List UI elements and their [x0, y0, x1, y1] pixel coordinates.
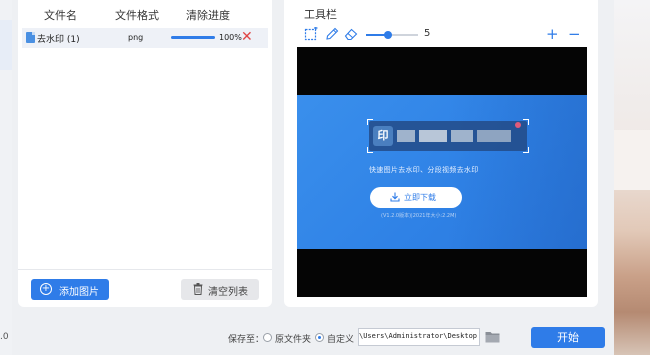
table-row[interactable]: 去水印 (1) png 100% ✕ [22, 28, 268, 48]
blurred-text [397, 130, 415, 142]
blurred-text [419, 130, 447, 142]
tool-row: 5 + − [304, 25, 594, 43]
toolbar-panel: 工具栏 5 + − 印 快速图片去水印、分段视频去水印 立即下载 (V1.2.0… [284, 0, 598, 307]
file-list-header: 文件名 文件格式 清除进度 [18, 0, 272, 26]
preview-version-note: (V1.2.0版本)|2021年大小:2.2M) [381, 213, 457, 219]
selection-rectangle-icon[interactable] [304, 27, 318, 41]
clear-list-button[interactable]: 清空列表 [181, 279, 259, 300]
column-header-format: 文件格式 [115, 9, 159, 22]
output-path-value: C:\Users\Administrator\Desktop [358, 332, 477, 340]
window-left-edge [0, 0, 12, 355]
image-file-icon [26, 32, 35, 43]
add-image-label: 添加图片 [59, 287, 99, 298]
window-edge-highlight [0, 20, 12, 70]
watermark-selection[interactable]: 印 [367, 119, 529, 153]
selection-corner [367, 119, 373, 125]
column-header-filename: 文件名 [44, 9, 77, 22]
zoom-in-icon[interactable]: + [546, 25, 559, 43]
selection-corner [367, 147, 373, 153]
desktop-wallpaper [614, 0, 650, 355]
image-preview[interactable]: 印 快速图片去水印、分段视频去水印 立即下载 (V1.2.0版本)|2021年大… [297, 47, 587, 297]
source-folder-label: 原文件夹 [275, 335, 312, 345]
wallpaper-light-area [614, 130, 650, 190]
selection-corner [523, 147, 529, 153]
zoom-out-icon[interactable]: − [568, 25, 581, 43]
column-header-progress: 清除进度 [186, 9, 230, 22]
blurred-text [451, 130, 473, 142]
watermark-dot [515, 122, 521, 128]
blurred-text [477, 130, 511, 142]
preview-tagline: 快速图片去水印、分段视频去水印 [369, 166, 479, 174]
progress-bar [171, 36, 215, 39]
download-icon [390, 192, 400, 202]
preview-image-content: 印 快速图片去水印、分段视频去水印 立即下载 (V1.2.0版本)|2021年大… [297, 95, 587, 249]
file-format: png [128, 33, 144, 42]
folder-icon[interactable] [485, 330, 500, 343]
toolbar-title: 工具栏 [304, 8, 337, 21]
custom-label: 自定义 [327, 335, 355, 345]
preview-download-button: 立即下载 [370, 187, 462, 208]
progress-percent: 100% [219, 33, 242, 42]
radio-custom[interactable] [315, 333, 324, 342]
divider [18, 269, 272, 270]
watermark-logo: 印 [373, 126, 393, 146]
version-text: .0 [0, 332, 9, 342]
pen-icon[interactable] [325, 27, 339, 41]
file-list-panel: 文件名 文件格式 清除进度 去水印 (1) png 100% ✕ + 添加图片 … [18, 0, 272, 307]
slider-thumb[interactable] [383, 31, 392, 39]
plus-circle-icon: + [40, 283, 52, 295]
radio-source-folder[interactable] [263, 333, 272, 342]
brush-size-value: 5 [424, 28, 431, 39]
trash-icon [193, 283, 203, 295]
output-path-field[interactable]: C:\Users\Administrator\Desktop [358, 328, 480, 346]
save-to-label: 保存至： [228, 335, 265, 345]
file-name: 去水印 (1) [37, 35, 80, 45]
bottom-bar: .0 保存至： 原文件夹 自定义 C:\Users\Administrator\… [0, 319, 614, 355]
delete-file-icon[interactable]: ✕ [241, 29, 253, 45]
start-button[interactable]: 开始 [531, 327, 605, 348]
download-label: 立即下载 [404, 193, 436, 202]
eraser-icon[interactable] [344, 27, 358, 41]
add-image-button[interactable]: + 添加图片 [31, 279, 109, 300]
clear-list-label: 清空列表 [208, 287, 248, 298]
selection-corner [523, 119, 529, 125]
